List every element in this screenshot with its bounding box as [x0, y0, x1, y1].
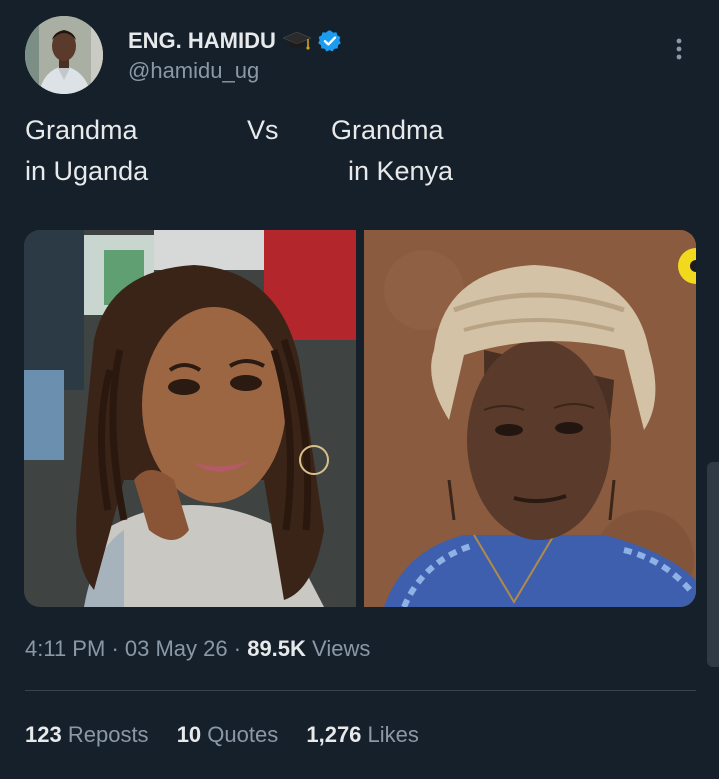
tweet-date[interactable]: 03 May 26 [125, 636, 228, 661]
views-count: 89.5K [247, 636, 306, 661]
avatar-photo [25, 16, 103, 94]
tweet-stats: 123 Reposts 10 Quotes 1,276 Likes [25, 722, 441, 748]
author-handle[interactable]: @hamidu_ug [128, 58, 259, 84]
likes-label: Likes [367, 722, 419, 747]
graduation-cap-icon [282, 31, 312, 50]
author-avatar[interactable] [25, 16, 103, 94]
author-name-row[interactable]: ENG. HAMIDU [128, 28, 342, 54]
tweet-text-left-line2: in Uganda [25, 156, 149, 186]
meta-separator: · [233, 636, 248, 661]
quotes-stat[interactable]: 10 Quotes [177, 722, 279, 747]
reposts-label: Reposts [67, 722, 149, 747]
tweet-meta: 4:11 PM · 03 May 26 · 89.5K Views [25, 636, 370, 662]
reposts-stat[interactable]: 123 Reposts [25, 722, 149, 747]
tweet-text-right-line2: in Kenya [348, 156, 454, 186]
divider [25, 690, 696, 691]
tweet-time[interactable]: 4:11 PM [25, 636, 105, 661]
tweet-text: Grandma Vs Grandma in Uganda in Kenya [25, 115, 525, 195]
likes-count: 1,276 [306, 722, 362, 747]
reposts-count: 123 [25, 722, 62, 747]
verified-badge-icon[interactable] [318, 29, 342, 53]
tweet-text-vs: Vs [247, 115, 279, 145]
more-vertical-icon [676, 38, 682, 60]
tweet-text-right-line1: Grandma [331, 115, 444, 145]
scrollbar[interactable] [707, 462, 719, 667]
likes-stat[interactable]: 1,276 Likes [306, 722, 419, 747]
quotes-count: 10 [176, 722, 202, 747]
quotes-label: Quotes [207, 722, 279, 747]
elderly-woman-photo [364, 230, 696, 607]
media-image-right[interactable] [364, 230, 696, 607]
tweet-text-left-line1: Grandma [25, 115, 138, 145]
tweet-media[interactable] [24, 230, 696, 607]
young-woman-photo [24, 230, 356, 607]
more-options-button[interactable] [664, 34, 694, 64]
media-image-left[interactable] [24, 230, 356, 607]
views-label: Views [312, 636, 371, 661]
author-name[interactable]: ENG. HAMIDU [128, 28, 276, 54]
meta-separator: · [111, 636, 125, 661]
